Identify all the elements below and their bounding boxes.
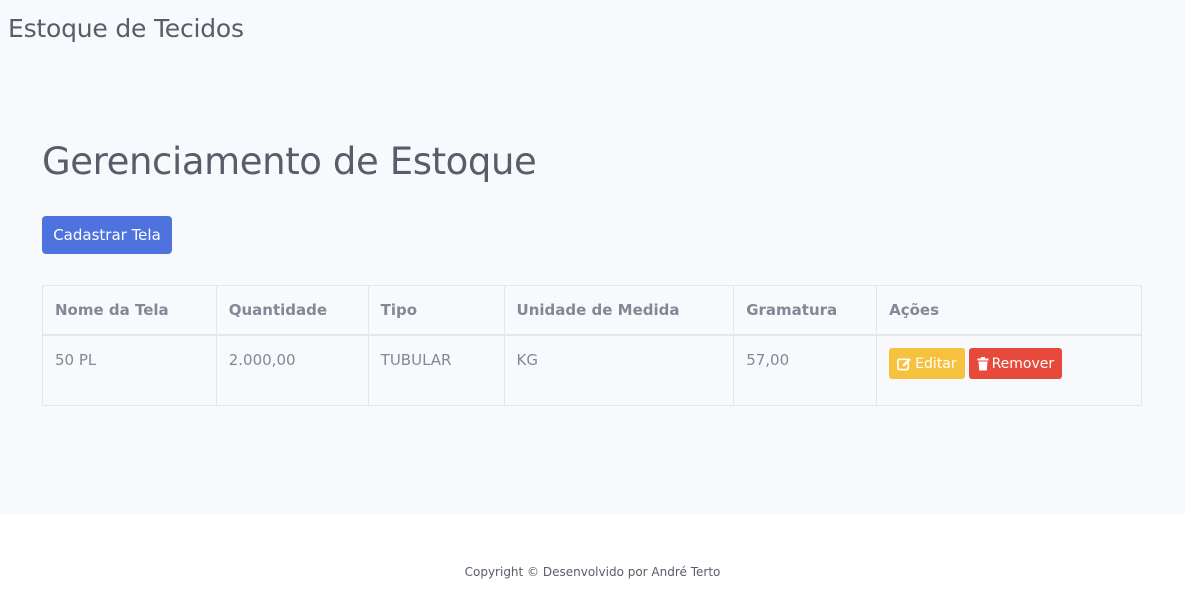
cell-quantidade: 2.000,00 (215, 334, 369, 406)
add-fabric-button[interactable]: Cadastrar Tela (42, 216, 172, 254)
navbar-brand[interactable]: Estoque de Tecidos (8, 14, 244, 43)
main-content: Estoque de Tecidos Gerenciamento de Esto… (0, 0, 1185, 514)
column-header-quantidade: Quantidade (215, 285, 369, 336)
table-header-row: Nome da Tela Quantidade Tipo Unidade de … (42, 285, 1142, 336)
edit-button[interactable]: Editar (889, 348, 965, 379)
edit-button-label: Editar (915, 355, 957, 372)
cell-unidade: KG (503, 334, 735, 406)
remove-button-label: Remover (991, 355, 1055, 372)
table-row: 50 PL 2.000,00 TUBULAR KG 57,00 Editar R… (42, 334, 1142, 406)
page-title: Gerenciamento de Estoque (42, 140, 537, 183)
footer-copyright: Copyright © Desenvolvido por André Terto (464, 565, 721, 579)
remove-button[interactable]: Remover (968, 348, 1063, 379)
column-header-acoes: Ações (876, 285, 1142, 336)
column-header-unidade: Unidade de Medida (503, 285, 735, 336)
column-header-gramatura: Gramatura (733, 285, 878, 336)
cell-tipo: TUBULAR (367, 334, 505, 406)
column-header-tipo: Tipo (367, 285, 505, 336)
row-actions: Editar Remover (889, 348, 1129, 379)
cell-nome: 50 PL (42, 334, 217, 406)
cell-gramatura: 57,00 (733, 334, 878, 406)
edit-icon (897, 357, 912, 371)
column-header-nome: Nome da Tela (42, 285, 217, 336)
cell-acoes: Editar Remover (876, 334, 1142, 406)
trash-icon (977, 356, 989, 371)
stock-table: Nome da Tela Quantidade Tipo Unidade de … (42, 285, 1142, 406)
